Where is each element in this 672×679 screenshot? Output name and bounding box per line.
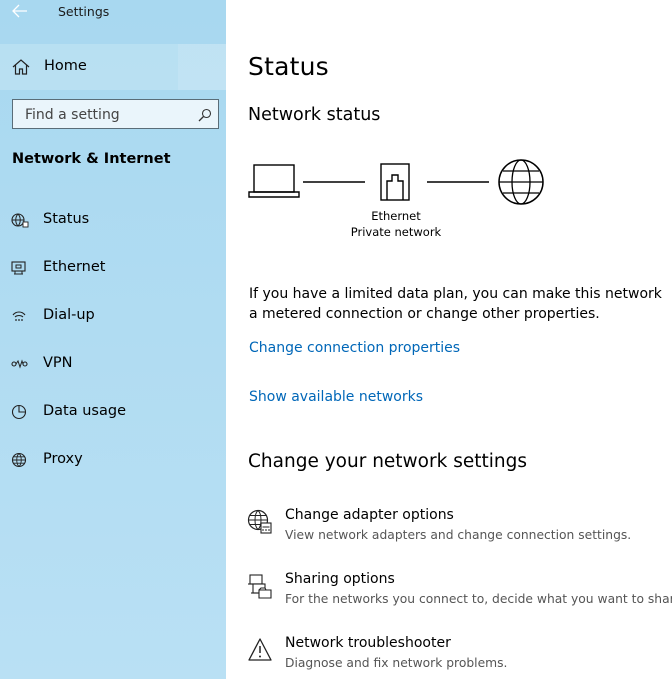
sidebar-item-vpn[interactable]: VPN (0, 345, 226, 383)
network-troubleshooter[interactable]: Network troubleshooter Diagnose and fix … (247, 635, 672, 679)
warning-icon (247, 637, 273, 663)
title-bar: Settings (0, 0, 226, 28)
back-arrow-icon[interactable] (12, 4, 32, 20)
setting-description: For the networks you connect to, decide … (285, 592, 672, 606)
sidebar-item-status[interactable]: Status (0, 201, 226, 239)
change-settings-heading: Change your network settings (248, 451, 527, 472)
ethernet-icon (11, 260, 29, 276)
internet-globe-icon (498, 159, 544, 205)
setting-title: Network troubleshooter (285, 635, 451, 651)
dial-up-icon (11, 308, 29, 324)
sidebar: Settings Home Network & Internet Status … (0, 0, 226, 679)
setting-description: View network adapters and change connect… (285, 528, 632, 542)
section-title: Network & Internet (12, 151, 171, 167)
change-connection-properties-link[interactable]: Change connection properties (249, 340, 460, 356)
home-icon (12, 59, 30, 75)
sharing-options[interactable]: Sharing options For the networks you con… (247, 571, 672, 615)
setting-description: Diagnose and fix network problems. (285, 656, 508, 670)
laptop-icon (248, 164, 300, 198)
sidebar-item-label: Ethernet (43, 259, 106, 275)
network-type: Private network (350, 225, 442, 239)
sidebar-item-home[interactable]: Home (0, 44, 226, 90)
home-item-highlight (178, 44, 226, 90)
page-title: Status (248, 52, 329, 81)
globe-icon (11, 452, 29, 468)
status-icon (11, 212, 29, 228)
show-available-networks-link[interactable]: Show available networks (249, 389, 423, 405)
search-input[interactable] (23, 105, 197, 125)
app-title: Settings (58, 4, 110, 19)
sidebar-item-dial-up[interactable]: Dial-up (0, 297, 226, 335)
setting-title: Sharing options (285, 571, 395, 587)
sidebar-item-label: Dial-up (43, 307, 95, 323)
network-diagram-graphic (248, 159, 544, 205)
search-icon[interactable] (198, 107, 212, 122)
home-label: Home (44, 58, 87, 74)
change-adapter-options[interactable]: Change adapter options View network adap… (247, 507, 672, 551)
metered-info-text: If you have a limited data plan, you can… (249, 286, 662, 322)
network-status-heading: Network status (248, 105, 381, 125)
ethernet-port-icon (380, 163, 410, 201)
sidebar-item-data-usage[interactable]: Data usage (0, 393, 226, 431)
sidebar-item-label: VPN (43, 355, 73, 371)
sidebar-item-label: Status (43, 211, 90, 227)
sharing-icon (247, 573, 273, 599)
sidebar-item-ethernet[interactable]: Ethernet (0, 249, 226, 287)
data-usage-icon (11, 404, 29, 420)
vpn-icon (11, 356, 29, 372)
sidebar-item-proxy[interactable]: Proxy (0, 441, 226, 479)
sidebar-item-label: Proxy (43, 451, 83, 467)
adapter-icon (247, 509, 273, 535)
sidebar-item-label: Data usage (43, 403, 126, 419)
adapter-name: Ethernet (371, 209, 421, 223)
setting-title: Change adapter options (285, 507, 454, 523)
search-box[interactable] (12, 99, 219, 129)
